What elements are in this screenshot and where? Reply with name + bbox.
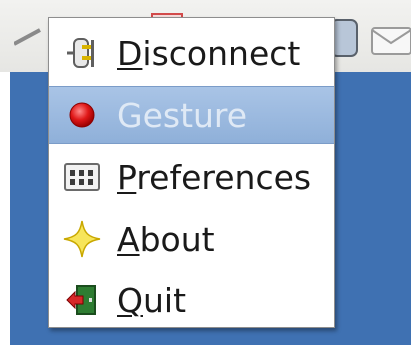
exit-door-icon	[59, 277, 105, 323]
cable-icon	[14, 28, 41, 46]
menu-item-label: Disconnect	[117, 33, 301, 73]
menu-item-about[interactable]: About	[49, 210, 334, 268]
menu-item-preferences[interactable]: Preferences	[49, 148, 334, 206]
tray-context-menu: Disconnect Gesture Preferences About Qui…	[48, 17, 335, 328]
menu-item-label: Quit	[117, 280, 187, 320]
menu-item-label: Preferences	[117, 157, 312, 197]
star-about-icon	[59, 216, 105, 262]
red-record-icon	[59, 92, 105, 138]
menu-item-label: Gesture	[117, 95, 248, 135]
menu-item-gesture[interactable]: Gesture	[49, 86, 334, 144]
menu-item-disconnect[interactable]: Disconnect	[49, 24, 334, 82]
power-plug-icon	[59, 30, 105, 76]
menu-item-quit[interactable]: Quit	[49, 271, 334, 329]
menu-item-label: About	[117, 219, 215, 259]
preferences-panel-icon	[59, 154, 105, 200]
tray-mail-icon[interactable]	[370, 26, 411, 56]
